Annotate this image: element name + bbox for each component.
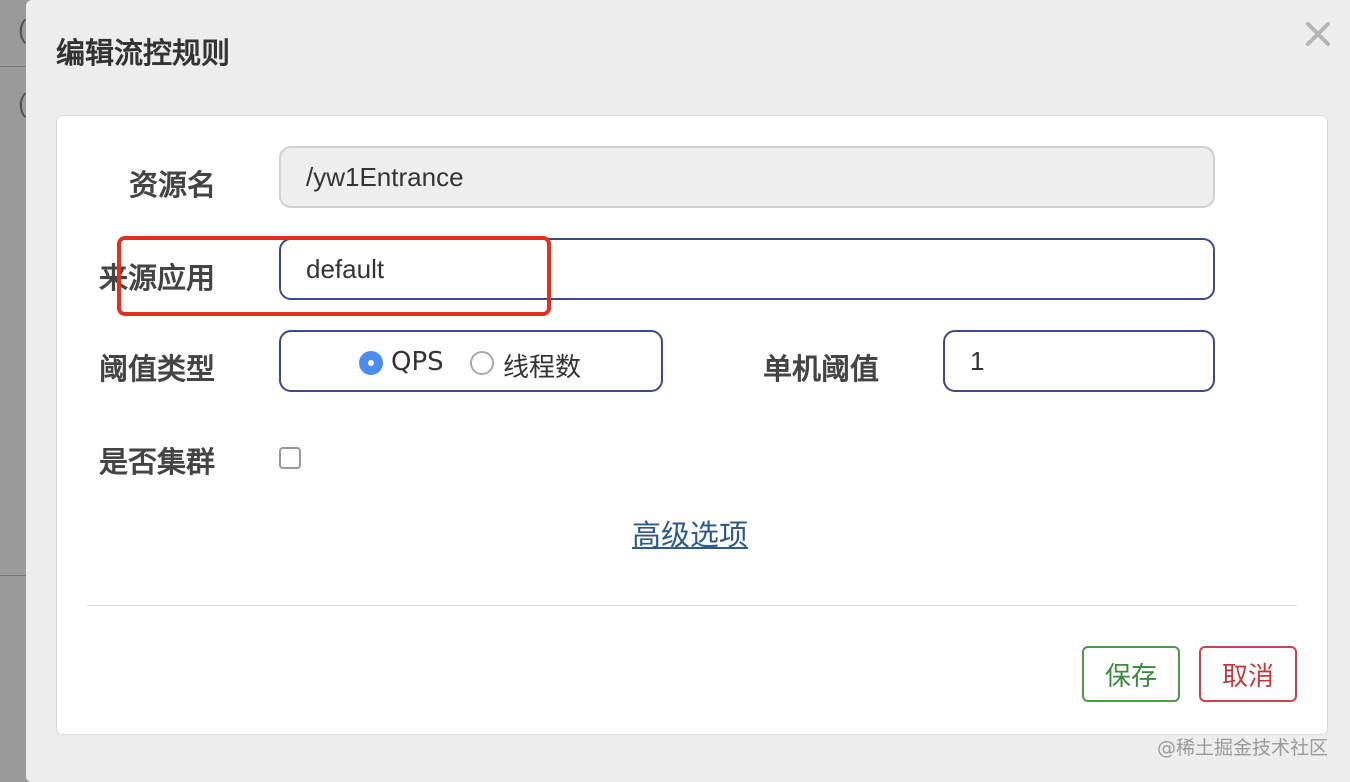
threshold-type-label: 阈值类型 bbox=[99, 352, 216, 386]
radio-thread-count[interactable] bbox=[470, 351, 494, 375]
edit-flow-rule-dialog: 编辑流控规则 资源名 /yw1Entrance 来源应用 阈值类型 QPS 线程… bbox=[26, 0, 1350, 782]
single-threshold-input[interactable] bbox=[943, 330, 1215, 392]
form-panel: 资源名 /yw1Entrance 来源应用 阈值类型 QPS 线程数 单机阈值 … bbox=[56, 115, 1328, 735]
radio-qps[interactable] bbox=[359, 351, 383, 375]
cancel-button[interactable]: 取消 bbox=[1199, 646, 1297, 702]
single-threshold-label: 单机阈值 bbox=[763, 352, 880, 386]
radio-thread-count-label[interactable]: 线程数 bbox=[503, 347, 581, 384]
background-divider bbox=[0, 575, 26, 576]
background-divider bbox=[0, 66, 26, 67]
cluster-label: 是否集群 bbox=[99, 445, 216, 479]
dialog-title: 编辑流控规则 bbox=[56, 36, 231, 70]
save-button[interactable]: 保存 bbox=[1082, 646, 1180, 702]
threshold-type-radio-group: QPS 线程数 bbox=[279, 330, 663, 392]
footer-divider bbox=[87, 605, 1297, 606]
close-icon[interactable] bbox=[1300, 16, 1336, 52]
watermark: @稀土掘金技术社区 bbox=[1156, 737, 1328, 759]
resource-name-field: /yw1Entrance bbox=[279, 146, 1215, 208]
cluster-checkbox[interactable] bbox=[279, 447, 301, 469]
advanced-options-link[interactable]: 高级选项 bbox=[632, 512, 748, 554]
highlight-annotation bbox=[117, 236, 551, 316]
radio-qps-label[interactable]: QPS bbox=[391, 347, 444, 377]
resource-name-label: 资源名 bbox=[129, 168, 217, 202]
